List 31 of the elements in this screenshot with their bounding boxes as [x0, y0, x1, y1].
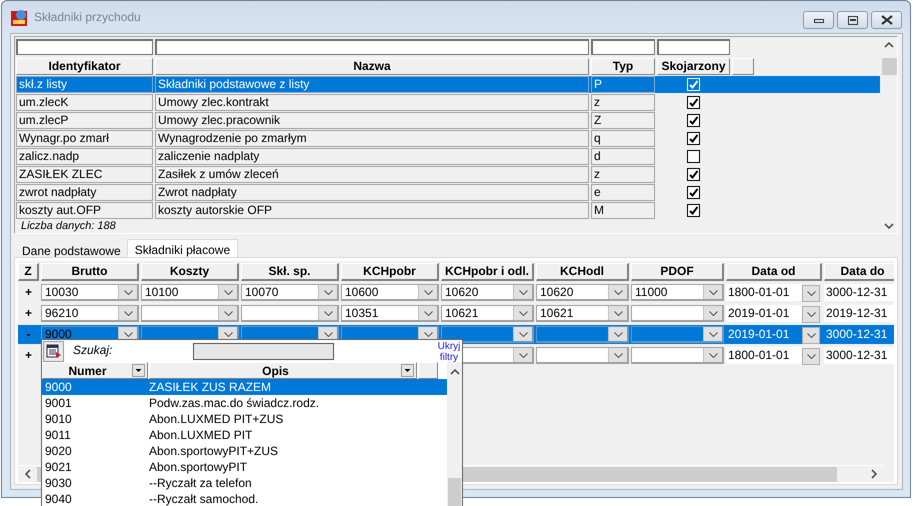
table-cell: Zasiłek z umów zleceń [155, 166, 589, 183]
table-cell: um.zlecP [16, 112, 153, 129]
table-cell: d [591, 148, 655, 165]
table-cell: Wynagrodzenie po zmarłym [155, 130, 589, 147]
row-marker: + [24, 284, 33, 301]
table-cell: koszty autorskie OFP [155, 202, 589, 219]
row-marker: + [24, 305, 33, 322]
table-cell: z [591, 94, 655, 111]
table-cell: z [591, 166, 655, 183]
table-cell: q [591, 130, 655, 147]
table-cell: zalicz.nadp [16, 148, 153, 165]
table-cell: ZASIŁEK ZLEC [16, 166, 153, 183]
table-cell: Umowy zlec.kontrakt [155, 94, 589, 111]
table-cell: P [591, 76, 655, 93]
table-cell: Umowy zlec.pracownik [155, 112, 589, 129]
row-marker: - [26, 326, 32, 343]
table-cell: M [591, 202, 655, 219]
table-cell: koszty aut.OFP [16, 202, 153, 219]
table-cell: Składniki podstawowe z listy [155, 76, 589, 93]
table-cell: Wynagr.po zmarł [16, 130, 153, 147]
window-title: Składniki przychodu [34, 10, 141, 24]
search-label: Szukaj: [73, 343, 114, 357]
table-cell: zwrot nadpłaty [16, 184, 153, 201]
record-count: Liczba danych: 188 [20, 220, 117, 233]
row-marker: + [24, 347, 33, 364]
table-cell: skł.z listy [16, 76, 153, 93]
table-cell: Z [591, 112, 655, 129]
table-cell: Zwrot nadpłaty [155, 184, 589, 201]
table-cell: um.zlecK [16, 94, 153, 111]
table-cell: e [591, 184, 655, 201]
table-cell: zaliczenie nadplaty [155, 148, 589, 165]
